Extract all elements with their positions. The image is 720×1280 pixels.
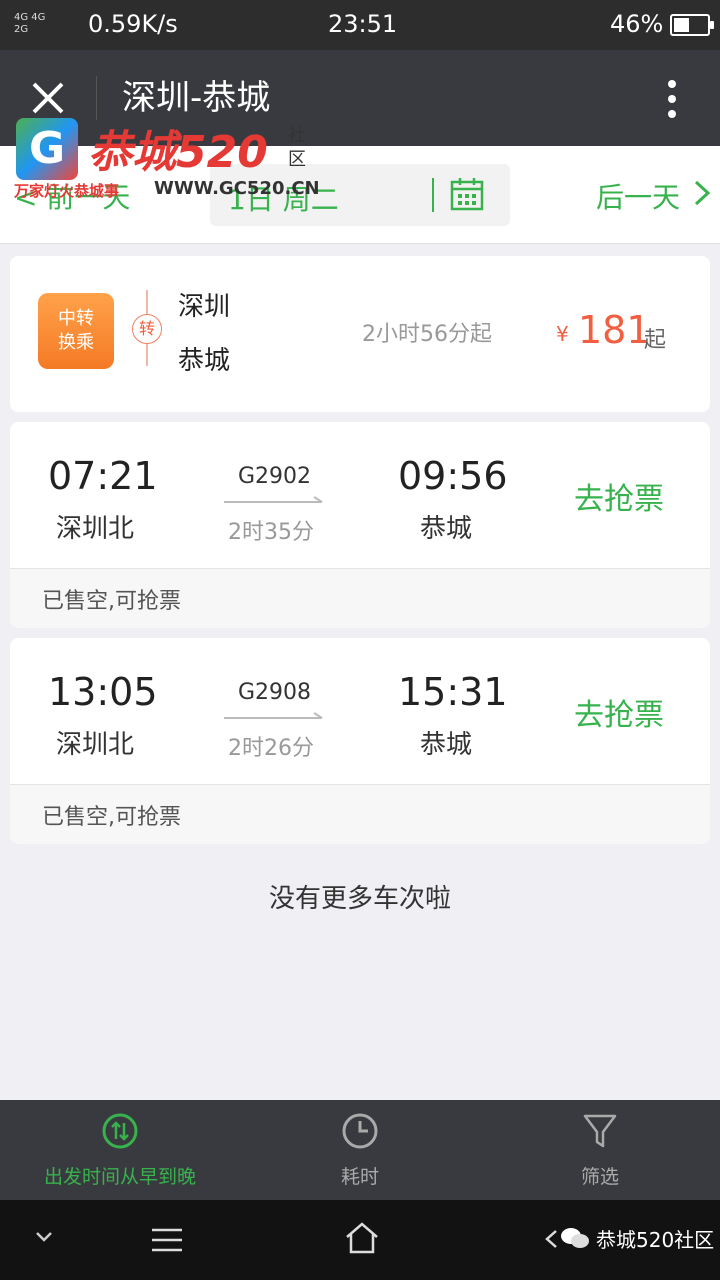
depart-station: 深圳北 xyxy=(56,730,135,760)
price-suffix: 起 xyxy=(644,328,667,353)
ticket-status: 已售空,可抢票 xyxy=(42,589,181,614)
train-card[interactable]: 13:05 深圳北 G2908 2时26分 15:31 恭城 去抢票 已售空,可… xyxy=(10,638,710,844)
train-duration: 2时26分 xyxy=(228,736,314,761)
next-day-button[interactable]: 后一天 xyxy=(596,176,680,216)
chevron-right-icon[interactable] xyxy=(692,178,712,208)
brand-watermark: 恭城520社区 xyxy=(596,1228,715,1252)
network-line-1: 4G 4G xyxy=(14,12,46,23)
network-speed: 0.59K/s xyxy=(88,10,178,38)
tab-label: 筛选 xyxy=(580,1166,619,1188)
network-indicator: 4G 4G 2G xyxy=(14,12,45,36)
bottom-tabbar: 出发时间从早到晚 耗时 筛选 xyxy=(0,1100,720,1200)
arrive-station: 恭城 xyxy=(420,514,473,544)
close-icon[interactable] xyxy=(26,76,70,120)
more-icon[interactable] xyxy=(660,76,684,120)
arrive-time: 15:31 xyxy=(398,670,508,714)
date-separator xyxy=(432,178,434,212)
sort-time-icon xyxy=(102,1113,138,1149)
train-duration: 2时35分 xyxy=(228,520,314,545)
badge-line-1: 中转 xyxy=(58,308,94,329)
logo-slogan: 万家灯火恭城事 xyxy=(14,182,120,200)
transfer-card[interactable]: 中转 换乘 转 深圳 恭城 2小时56分起 ¥ 181 起 xyxy=(10,256,710,412)
currency-symbol: ¥ xyxy=(556,322,569,346)
watermark-logo: G 恭城520 社区 万家灯火恭城事 WWW.GC520.CN xyxy=(12,118,320,202)
wechat-icon xyxy=(561,1228,589,1248)
logo-name: 恭城520 xyxy=(88,127,268,178)
clock-icon xyxy=(342,1113,378,1149)
arrow-right-icon xyxy=(224,712,323,719)
transfer-from: 深圳 xyxy=(178,292,231,322)
tab-filter[interactable]: 筛选 xyxy=(480,1100,720,1200)
transfer-duration: 2小时56分起 xyxy=(362,322,492,347)
clock: 23:51 xyxy=(328,10,398,38)
logo-url: WWW.GC520.CN xyxy=(154,178,320,199)
logo-side-text: 社区 xyxy=(288,125,306,170)
train-number: G2902 xyxy=(238,464,312,489)
train-number: G2908 xyxy=(238,680,312,705)
depart-time: 13:05 xyxy=(48,670,158,714)
grab-ticket-button[interactable]: 去抢票 xyxy=(574,474,664,518)
transfer-price: 181 xyxy=(578,308,651,352)
network-line-2: 2G xyxy=(14,24,29,35)
page-title: 深圳-恭城 xyxy=(122,78,271,118)
system-nav-bar: 恭城520社区 xyxy=(0,1200,720,1280)
home-icon[interactable] xyxy=(344,1220,380,1256)
train-card[interactable]: 07:21 深圳北 G2902 2时35分 09:56 恭城 去抢票 已售空,可… xyxy=(10,422,710,628)
transfer-badge: 中转 换乘 xyxy=(38,293,114,369)
battery-fill xyxy=(674,18,689,32)
battery-percent: 46% xyxy=(610,10,664,38)
logo-g-icon: G xyxy=(16,118,78,180)
tab-label: 出发时间从早到晚 xyxy=(43,1166,196,1188)
chevron-down-icon[interactable] xyxy=(34,1230,54,1244)
tab-label: 耗时 xyxy=(340,1166,379,1188)
title-divider xyxy=(96,76,97,120)
menu-icon[interactable] xyxy=(150,1226,184,1254)
depart-station: 深圳北 xyxy=(56,514,135,544)
arrow-right-icon xyxy=(224,496,323,503)
filter-icon xyxy=(583,1114,617,1148)
tab-sort-departure[interactable]: 出发时间从早到晚 xyxy=(0,1100,240,1200)
no-more-trains: 没有更多车次啦 xyxy=(268,884,451,914)
train-footer: 已售空,可抢票 xyxy=(10,784,710,844)
badge-line-2: 换乘 xyxy=(58,332,94,353)
depart-time: 07:21 xyxy=(48,454,158,498)
transfer-mark: 转 xyxy=(132,314,162,344)
transfer-to: 恭城 xyxy=(178,346,231,376)
arrive-station: 恭城 xyxy=(420,730,473,760)
grab-ticket-button[interactable]: 去抢票 xyxy=(574,690,664,734)
train-footer: 已售空,可抢票 xyxy=(10,568,710,628)
back-icon[interactable] xyxy=(542,1228,560,1250)
arrive-time: 09:56 xyxy=(398,454,508,498)
calendar-icon xyxy=(450,178,484,211)
status-bar: 4G 4G 2G 0.59K/s 23:51 46% xyxy=(0,0,720,50)
ticket-status: 已售空,可抢票 xyxy=(42,805,181,830)
tab-duration[interactable]: 耗时 xyxy=(240,1100,480,1200)
battery-icon xyxy=(670,14,714,36)
